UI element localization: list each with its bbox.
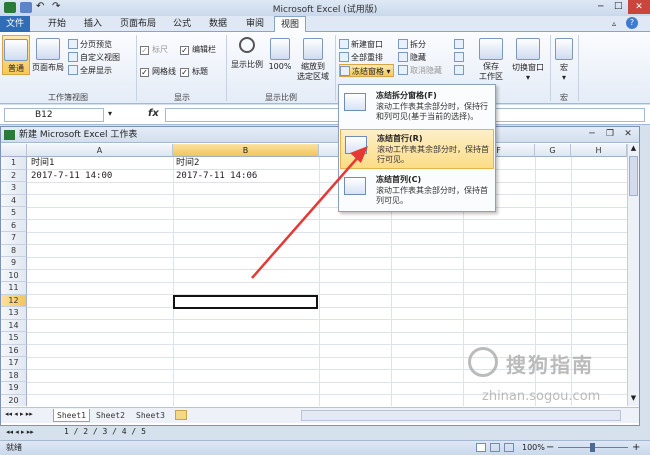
arrow-head bbox=[350, 146, 368, 163]
watermark-logo-icon bbox=[468, 347, 498, 377]
watermark-text: 搜狗指南 bbox=[506, 353, 594, 377]
arrow-line bbox=[251, 154, 361, 279]
watermark: 搜狗指南 zhinan.sogou.com bbox=[468, 347, 638, 409]
watermark-url: zhinan.sogou.com bbox=[482, 389, 601, 404]
